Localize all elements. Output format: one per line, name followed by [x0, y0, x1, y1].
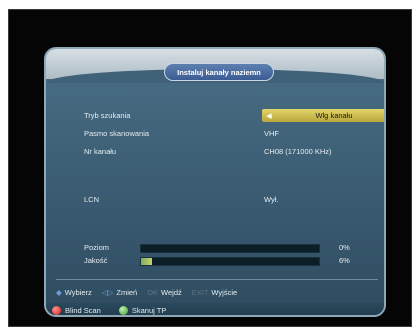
- red-button-icon: [52, 305, 61, 315]
- scan-mode-value: Wlg kanału: [315, 111, 353, 120]
- setting-row-disabled: [84, 163, 374, 177]
- left-right-arrows-icon: ◁▷: [101, 287, 114, 297]
- help-label: Wyjście: [211, 287, 238, 297]
- meter-track: [140, 244, 320, 253]
- install-channels-menu: Instaluj kanały naziemn Tryb szukania ◀ …: [44, 47, 386, 317]
- arrow-left-icon[interactable]: ◀: [264, 109, 274, 122]
- tv-screen: Instaluj kanały naziemn Tryb szukania ◀ …: [8, 9, 412, 327]
- signal-level-meter: Poziom 0%: [84, 243, 379, 255]
- help-change: ◁▷ Zmień: [102, 288, 137, 297]
- setting-value: CH08 (171000 KHz): [264, 147, 332, 156]
- blind-scan-button[interactable]: Blind Scan: [52, 305, 101, 315]
- color-key-bar: Blind Scan Skanuj TP: [46, 303, 384, 315]
- setting-label: LCN: [84, 195, 100, 204]
- signal-quality-meter: Jakość 6%: [84, 256, 379, 268]
- signal-quality-fill: [141, 258, 152, 265]
- meter-label: Poziom: [84, 243, 110, 252]
- scan-mode-selector[interactable]: ◀ Wlg kanału ▶: [262, 109, 384, 122]
- setting-value: VHF: [264, 129, 279, 138]
- scan-tp-label: Skanuj TP: [131, 305, 167, 315]
- meter-track: [140, 257, 320, 266]
- setting-label: Nr kanału: [84, 147, 117, 156]
- help-label: Wybierz: [64, 287, 92, 297]
- setting-row-lcn[interactable]: LCN Wył.: [84, 193, 374, 207]
- meter-percent: 0%: [339, 243, 350, 252]
- meter-label: Jakość: [84, 256, 108, 265]
- setting-row-scan-band[interactable]: Pasmo skanowania VHF: [84, 127, 374, 141]
- setting-row-scan-mode[interactable]: Tryb szukania ◀ Wlg kanału ▶: [84, 109, 384, 123]
- menu-title: Instaluj kanały naziemn: [164, 63, 274, 81]
- help-label: Zmień: [116, 287, 138, 297]
- help-exit: EXIT Wyjście: [192, 288, 237, 297]
- help-bar: ◆ Wybierz ◁▷ Zmień OK Wejdź EXIT Wyjście: [56, 285, 378, 299]
- help-divider: [56, 279, 378, 280]
- help-enter: OK Wejdź: [147, 288, 182, 297]
- setting-label: Pasmo skanowania: [84, 129, 150, 138]
- meter-percent: 6%: [339, 256, 350, 265]
- setting-value: Wył.: [264, 195, 279, 204]
- ok-key: OK: [147, 287, 159, 297]
- green-button-icon: [118, 305, 128, 315]
- help-select: ◆ Wybierz: [56, 288, 92, 297]
- scan-tp-button[interactable]: Skanuj TP: [118, 305, 167, 315]
- help-label: Wejdź: [161, 287, 182, 297]
- blind-scan-label: Blind Scan: [65, 305, 101, 315]
- navigate-icon: ◆: [56, 287, 62, 297]
- setting-row-channel-number[interactable]: Nr kanału CH08 (171000 KHz): [84, 145, 374, 159]
- setting-label: Tryb szukania: [84, 111, 131, 120]
- exit-key: EXIT: [191, 287, 209, 297]
